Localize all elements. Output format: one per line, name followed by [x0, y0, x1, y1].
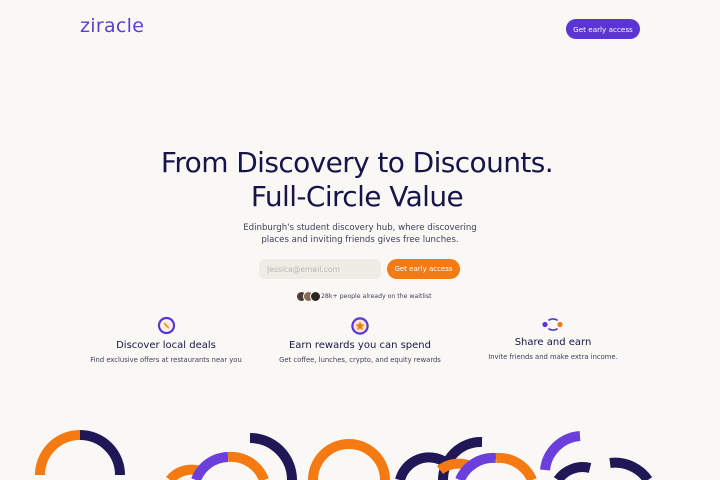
waitlist-avatars — [296, 291, 322, 302]
feature-title: Discover local deals — [116, 340, 216, 351]
feature-earn-rewards: Earn rewards you can spend Get coffee, l… — [250, 316, 470, 370]
hero-subtitle-line-2: places and inviting friends gives free l… — [261, 235, 459, 245]
hero-subtitle: Edinburgh's student discovery hub, where… — [0, 222, 720, 246]
star-badge-icon — [350, 316, 370, 340]
decorative-rings — [35, 430, 653, 480]
feature-share-earn: Share and earn Invite friends and make e… — [443, 316, 663, 366]
feature-title: Earn rewards you can spend — [288, 340, 431, 351]
get-early-access-button[interactable]: Get early access — [387, 259, 460, 279]
share-nodes-icon — [541, 316, 565, 335]
avatar — [310, 291, 321, 302]
decorative-ring — [455, 452, 537, 480]
hero-subtitle-line-1: Edinburgh's student discovery hub, where… — [243, 223, 477, 233]
email-input[interactable] — [259, 259, 381, 279]
feature-discover: Discover local deals Find exclusive offe… — [56, 316, 276, 370]
hero-title: From Discovery to Discounts. Full-Circle… — [0, 146, 714, 214]
compass-icon — [157, 316, 176, 339]
get-early-access-header-button[interactable]: Get early access — [566, 19, 640, 39]
feature-title: Share and earn — [514, 337, 592, 348]
brand-logo[interactable]: ziracle — [80, 15, 144, 37]
decorative-ring — [191, 451, 269, 480]
feature-description: Get coffee, lunches, crypto, and equity … — [279, 356, 441, 364]
feature-description: Find exclusive offers at restaurants nea… — [90, 356, 242, 364]
waitlist-count: 28k+ people already on the waitlist — [321, 293, 432, 300]
feature-description: Invite friends and make extra income. — [488, 353, 618, 361]
hero-title-line-2: Full-Circle Value — [250, 180, 464, 213]
decorative-ring — [308, 439, 390, 480]
decorative-ring — [553, 457, 653, 480]
hero-title-line-1: From Discovery to Discounts. — [160, 146, 554, 179]
decorative-ring — [35, 430, 125, 476]
